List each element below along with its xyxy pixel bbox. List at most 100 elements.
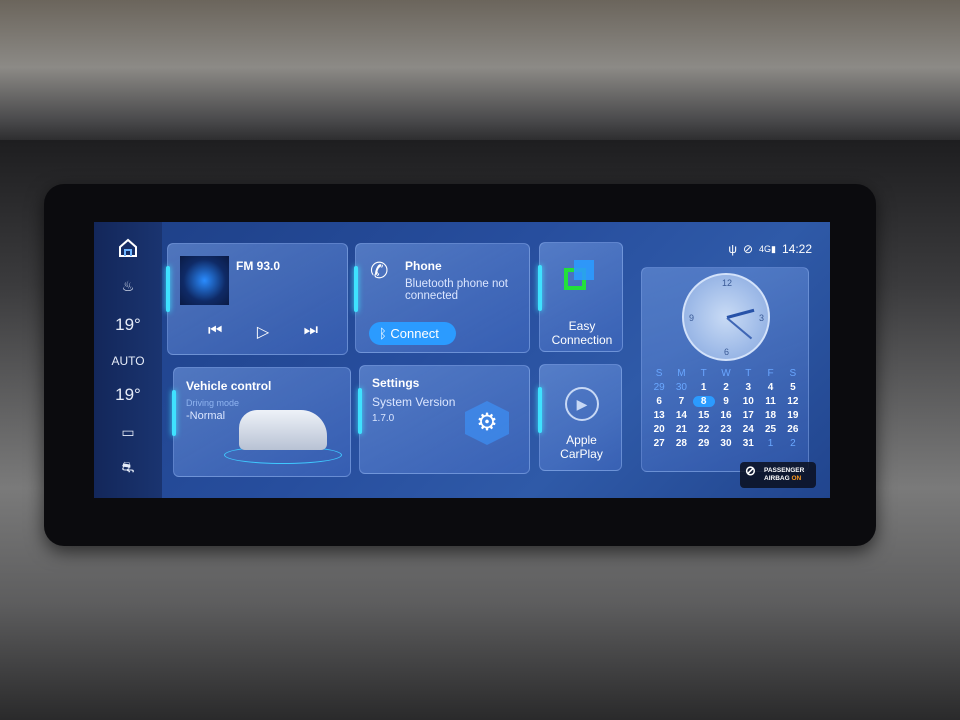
accent-bar bbox=[166, 266, 170, 312]
easy-connection-label-2: Connection bbox=[551, 333, 613, 347]
airbag-line2: AIRBAG bbox=[764, 475, 790, 482]
bluetooth-icon: ᛒ bbox=[379, 326, 391, 341]
driving-mode-label: Driving mode bbox=[186, 398, 240, 408]
weekday-header: M bbox=[677, 368, 686, 379]
connect-label: Connect bbox=[390, 326, 439, 341]
calendar-day[interactable]: 16 bbox=[715, 410, 737, 421]
calendar-day[interactable]: 15 bbox=[693, 410, 715, 421]
calendar-day[interactable]: 7 bbox=[670, 396, 692, 407]
calendar-day[interactable]: 30 bbox=[670, 382, 692, 393]
easy-connection-label-1: Easy bbox=[568, 319, 596, 333]
calendar-day[interactable]: 31 bbox=[737, 438, 759, 449]
driving-mode-value: -Normal bbox=[186, 410, 226, 422]
signal-icon: 4G▮ bbox=[759, 243, 776, 254]
network-type: 4G bbox=[759, 243, 772, 254]
calendar-day[interactable]: 29 bbox=[648, 382, 670, 393]
easy-connection-card[interactable]: Easy Connection bbox=[538, 242, 623, 352]
carplay-card[interactable]: ▶ Apple CarPlay bbox=[538, 364, 622, 471]
clock-calendar-widget[interactable]: 12 3 6 9 S M T W T F S 29 30 1 2 3 4 5 6 7 8 9 10 11 12 13 14 1… bbox=[641, 267, 809, 472]
carplay-icon: ▶ bbox=[565, 387, 599, 421]
calendar-day[interactable]: 29 bbox=[693, 438, 715, 449]
front-defrost-icon[interactable]: ♨ bbox=[94, 278, 162, 295]
clock-numeral-6: 6 bbox=[724, 347, 730, 357]
calendar-day[interactable]: 13 bbox=[648, 410, 670, 421]
calendar-day[interactable]: 1 bbox=[759, 438, 781, 449]
connect-button[interactable]: ᛒ Connect bbox=[369, 322, 456, 345]
weekday-header: S bbox=[655, 368, 663, 379]
calendar-day[interactable]: 10 bbox=[737, 396, 759, 407]
weekday-header: W bbox=[721, 368, 731, 379]
system-version: 1.7.0 bbox=[372, 413, 395, 424]
calendar-day[interactable]: 5 bbox=[782, 382, 804, 393]
calendar-day[interactable]: 30 bbox=[715, 438, 737, 449]
carplay-label-2: CarPlay bbox=[560, 447, 603, 461]
weekday-header: F bbox=[767, 368, 774, 379]
calendar-day[interactable]: 1 bbox=[693, 382, 715, 393]
usb-icon: ψ bbox=[728, 242, 737, 256]
calendar-day[interactable]: 2 bbox=[782, 438, 804, 449]
windshield-view bbox=[0, 0, 960, 150]
status-bar: ψ ⊘ 4G▮ 14:22 bbox=[728, 242, 812, 256]
calendar-day[interactable]: 28 bbox=[670, 438, 692, 449]
accent-bar bbox=[538, 387, 542, 433]
gps-icon: ⊘ bbox=[742, 242, 753, 256]
phone-icon: ✆ bbox=[370, 258, 389, 283]
calendar-day[interactable]: 22 bbox=[693, 424, 715, 435]
settings-card[interactable]: Settings System Version 1.7.0 ⚙ bbox=[358, 365, 530, 474]
accent-bar bbox=[358, 388, 362, 434]
vehicle-control-card[interactable]: Vehicle control Driving mode -Normal bbox=[172, 367, 351, 477]
infotainment-screen: ♨ 19° AUTO 19° ▭ ⛐ ψ ⊘ 4G▮ 14:22 FM 93.0… bbox=[94, 222, 830, 498]
phone-status: Bluetooth phone not connected bbox=[405, 278, 508, 302]
calendar-day[interactable]: 25 bbox=[759, 424, 781, 435]
calendar-day[interactable]: 12 bbox=[782, 396, 804, 407]
airbag-line1: PASSENGER bbox=[764, 467, 805, 474]
calendar-day[interactable]: 23 bbox=[715, 424, 737, 435]
calendar-day[interactable]: 19 bbox=[782, 410, 804, 421]
passenger-temperature[interactable]: 19° bbox=[94, 385, 162, 405]
analog-clock: 12 3 6 9 bbox=[682, 273, 770, 361]
car-image bbox=[239, 410, 327, 450]
calendar-day[interactable]: 9 bbox=[715, 396, 737, 407]
calendar-day[interactable]: 8 bbox=[692, 396, 715, 407]
calendar-day[interactable]: 24 bbox=[737, 424, 759, 435]
weekday-header: T bbox=[745, 368, 752, 379]
phone-card[interactable]: ✆ Phone Bluetooth phone not connected ᛒ … bbox=[354, 243, 530, 353]
passenger-airbag-indicator: ⊘ PASSENGER AIRBAG ON bbox=[740, 462, 816, 488]
calendar-day[interactable]: 2 bbox=[715, 382, 737, 393]
clock-numeral-12: 12 bbox=[722, 278, 733, 288]
calendar-day[interactable]: 11 bbox=[759, 396, 781, 407]
media-card[interactable]: FM 93.0 ⏮ ▷ ⏭ bbox=[166, 243, 348, 355]
calendar-day[interactable]: 27 bbox=[648, 438, 670, 449]
phone-title: Phone bbox=[405, 259, 442, 273]
auto-climate-button[interactable]: AUTO bbox=[94, 354, 162, 368]
accent-bar bbox=[538, 265, 542, 311]
gear-icon: ⚙ bbox=[465, 401, 509, 445]
airbag-icon: ⊘ bbox=[745, 463, 756, 478]
easy-connection-icon-overlay bbox=[574, 260, 594, 280]
calendar-day[interactable]: 20 bbox=[648, 424, 670, 435]
clock-numeral-3: 3 bbox=[759, 313, 765, 323]
rear-defrost-icon[interactable]: ▭ bbox=[94, 424, 162, 441]
calendar-day[interactable]: 18 bbox=[759, 410, 781, 421]
accent-bar bbox=[172, 390, 176, 436]
play-icon[interactable]: ▷ bbox=[257, 322, 269, 342]
calendar-day[interactable]: 17 bbox=[737, 410, 759, 421]
minute-hand bbox=[726, 317, 753, 340]
clock-time: 14:22 bbox=[781, 242, 812, 256]
accent-bar bbox=[354, 266, 358, 312]
sidebar: ♨ 19° AUTO 19° ▭ ⛐ bbox=[94, 222, 162, 498]
driver-temperature[interactable]: 19° bbox=[94, 315, 162, 335]
airbag-state: ON bbox=[791, 475, 802, 482]
radio-station: FM 93.0 bbox=[236, 259, 281, 273]
clock-numeral-9: 9 bbox=[689, 313, 695, 323]
calendar-day[interactable]: 21 bbox=[670, 424, 692, 435]
next-icon[interactable]: ⏭ bbox=[304, 322, 318, 342]
calendar-day[interactable]: 6 bbox=[648, 396, 670, 407]
calendar-day[interactable]: 26 bbox=[782, 424, 804, 435]
previous-icon[interactable]: ⏮ bbox=[208, 322, 222, 342]
traction-control-icon[interactable]: ⛐ bbox=[94, 459, 162, 478]
home-icon[interactable] bbox=[94, 238, 162, 263]
calendar-day[interactable]: 14 bbox=[670, 410, 692, 421]
calendar-day[interactable]: 4 bbox=[759, 382, 781, 393]
calendar-day[interactable]: 3 bbox=[737, 382, 759, 393]
